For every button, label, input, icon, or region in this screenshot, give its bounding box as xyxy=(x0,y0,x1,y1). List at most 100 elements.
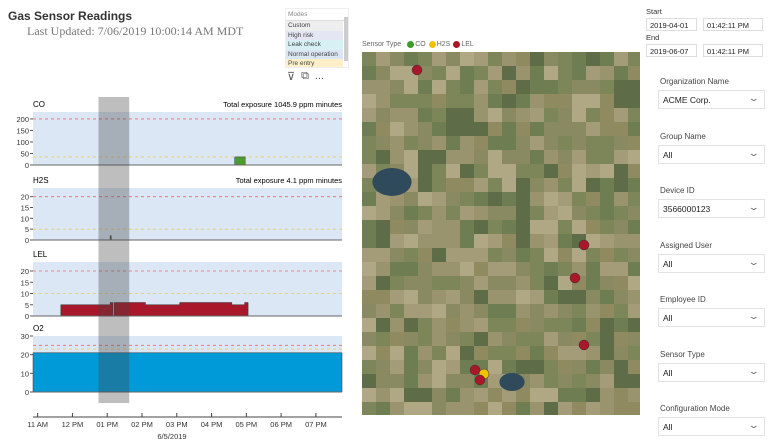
map-tile xyxy=(432,346,446,360)
map-tile xyxy=(530,178,544,192)
time-selection-band[interactable] xyxy=(98,97,130,403)
filter-dropdown[interactable]: All ⌄ xyxy=(658,144,765,164)
mode-item[interactable]: Custom xyxy=(286,21,343,31)
focus-mode-icon[interactable]: ⧉ xyxy=(301,70,309,83)
map-tile xyxy=(404,192,418,206)
map-tile xyxy=(418,304,432,318)
mode-item[interactable]: Pre entry xyxy=(286,59,343,67)
map-tile xyxy=(558,346,572,360)
map-tile xyxy=(488,234,502,248)
filter-value: All xyxy=(663,258,673,269)
map-tile xyxy=(586,164,600,178)
map-tile xyxy=(362,192,376,206)
map-tile xyxy=(404,150,418,164)
filter-dropdown[interactable]: All ⌄ xyxy=(658,253,765,273)
map-tile xyxy=(376,80,390,94)
filter-dropdown[interactable]: 3566000123 ⌄ xyxy=(658,199,765,218)
map-tile xyxy=(558,388,572,402)
more-options-icon[interactable]: ... xyxy=(315,70,324,83)
sensor-marker[interactable] xyxy=(569,272,581,284)
sensor-area xyxy=(234,156,246,166)
map-tile xyxy=(474,108,488,122)
map-tile xyxy=(572,360,586,374)
map-tile xyxy=(628,374,640,388)
map-tile xyxy=(362,150,376,164)
map-tile xyxy=(544,234,558,248)
map-tile xyxy=(614,318,628,332)
map-tile xyxy=(460,52,474,66)
start-time-input[interactable]: 01:42:11 PM xyxy=(703,18,763,31)
map-tile xyxy=(502,192,516,206)
map-tile xyxy=(530,164,544,178)
map-tile xyxy=(460,276,474,290)
filter-dropdown[interactable]: All ⌄ xyxy=(658,362,765,382)
map-tile xyxy=(390,402,404,415)
map-tile xyxy=(516,248,530,262)
start-date-input[interactable]: 2019-04-01 xyxy=(646,18,697,31)
map-tile xyxy=(586,80,600,94)
map-tile xyxy=(390,304,404,318)
map-tile xyxy=(544,122,558,136)
sensor-marker[interactable] xyxy=(411,64,423,76)
chevron-down-icon: ⌄ xyxy=(748,311,761,321)
map-tile xyxy=(530,122,544,136)
map-tile xyxy=(502,122,516,136)
modes-slicer[interactable]: Modes Custom High risk Leak check Normal op… xyxy=(285,8,349,68)
map-tile xyxy=(516,150,530,164)
map-tile xyxy=(460,388,474,402)
map-tile xyxy=(614,80,628,94)
map-tile xyxy=(502,262,516,276)
y-tick-label: 0 xyxy=(25,388,29,397)
map-tile xyxy=(572,220,586,234)
map-tile xyxy=(432,402,446,415)
map-tile xyxy=(474,332,488,346)
map-tile xyxy=(614,52,628,66)
map-tile xyxy=(474,178,488,192)
filter-dropdown[interactable]: All ⌄ xyxy=(658,417,765,436)
filter-dropdown[interactable]: All ⌄ xyxy=(658,308,765,327)
map-tile xyxy=(600,108,614,122)
mode-item[interactable]: Normal operation xyxy=(286,49,343,59)
map-tile xyxy=(530,360,544,374)
map-tile xyxy=(530,66,544,80)
map-tile xyxy=(614,402,628,415)
map-tile xyxy=(446,220,460,234)
filter-dropdown[interactable]: ACME Corp. ⌄ xyxy=(658,90,765,109)
map-tile xyxy=(404,346,418,360)
map-tile xyxy=(460,94,474,108)
filter-icon[interactable]: ⊽ xyxy=(287,70,295,83)
map-tile xyxy=(432,374,446,388)
map-tile xyxy=(530,150,544,164)
map-tile xyxy=(628,164,640,178)
y-tick-label: 15 xyxy=(21,204,29,213)
map-tile xyxy=(432,234,446,248)
map-tile xyxy=(544,52,558,66)
sensor-area xyxy=(60,302,249,317)
map-tile xyxy=(474,248,488,262)
map-tile xyxy=(460,290,474,304)
sensor-map[interactable] xyxy=(362,52,640,415)
end-date-input[interactable]: 2019-06-07 xyxy=(646,44,697,57)
map-tile xyxy=(516,80,530,94)
sensor-marker[interactable] xyxy=(469,364,481,376)
mode-item[interactable]: Leak check xyxy=(286,40,343,50)
map-tile xyxy=(628,178,640,192)
map-tile xyxy=(376,108,390,122)
sensor-marker[interactable] xyxy=(474,374,486,386)
map-tile xyxy=(460,164,474,178)
sensor-marker[interactable] xyxy=(578,239,590,251)
modes-scrollbar[interactable] xyxy=(344,17,348,61)
map-tile xyxy=(558,248,572,262)
end-time-input[interactable]: 01:42:11 PM xyxy=(703,44,763,57)
legend-dot xyxy=(453,41,461,48)
map-tile xyxy=(586,220,600,234)
map-tile xyxy=(530,192,544,206)
map-tile xyxy=(362,80,376,94)
mode-item[interactable]: High risk xyxy=(286,30,343,40)
y-tick-label: 15 xyxy=(21,278,29,287)
map-tile xyxy=(474,346,488,360)
map-tile xyxy=(418,346,432,360)
sensor-marker[interactable] xyxy=(578,339,590,351)
map-tile xyxy=(586,248,600,262)
y-tick-label: 10 xyxy=(21,369,29,378)
